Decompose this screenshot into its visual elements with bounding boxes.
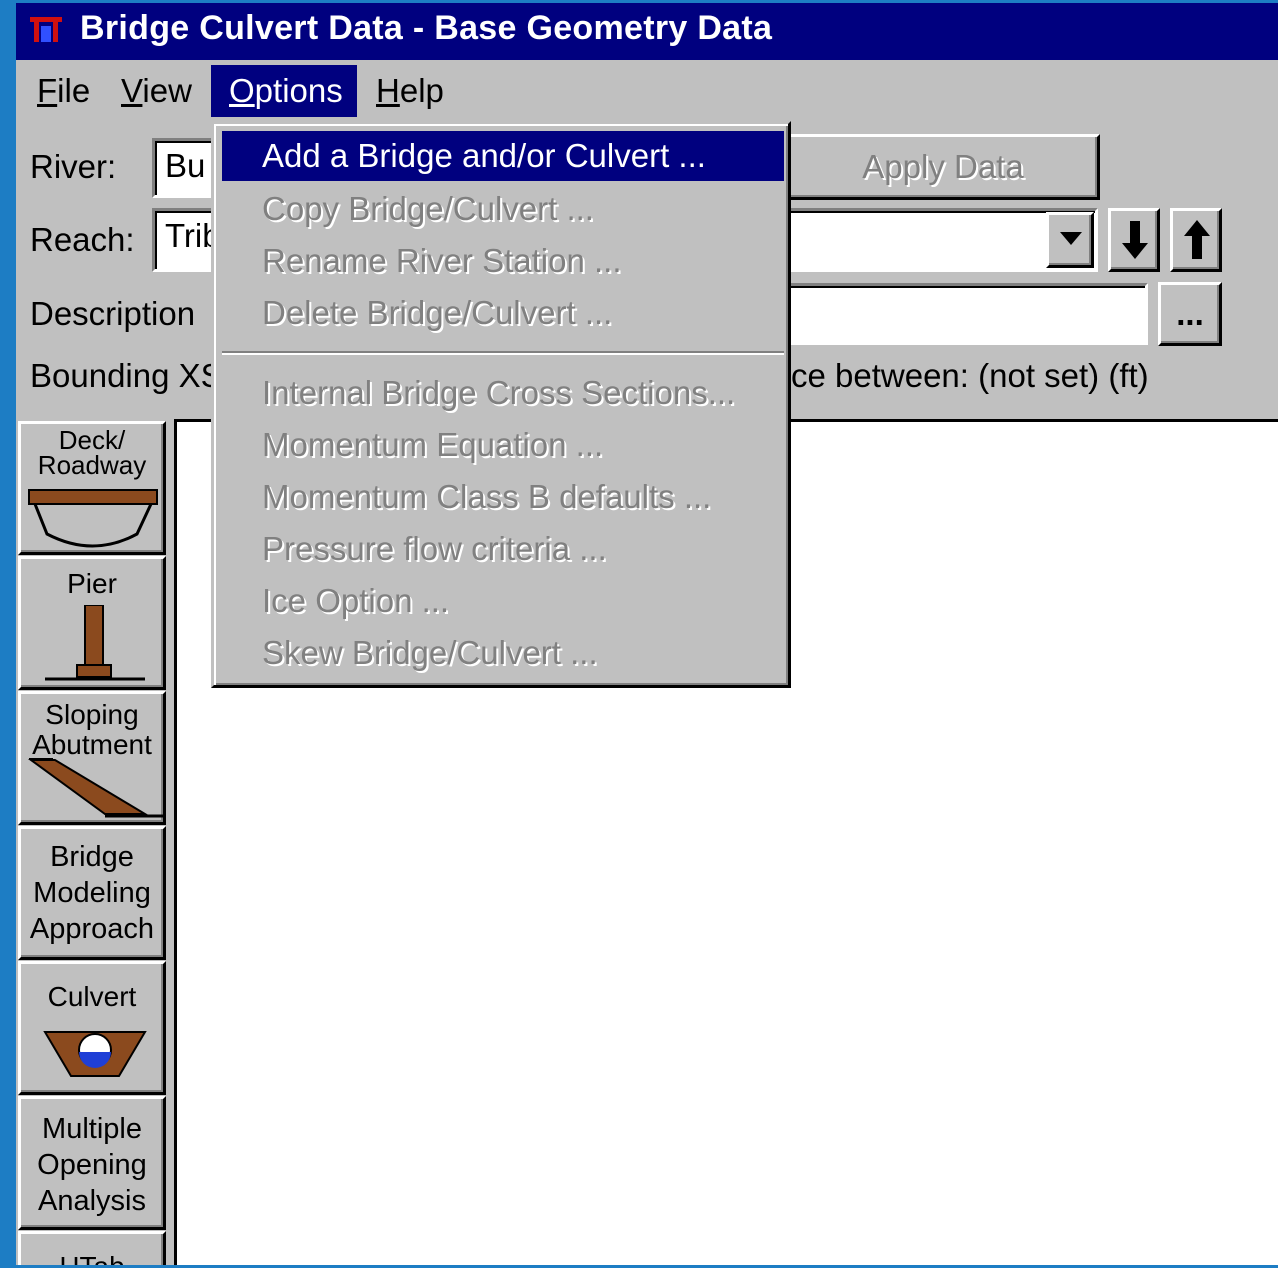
menu-copy-bridge-culvert[interactable]: Copy Bridge/Culvert ... [222,184,784,234]
multiple-opening-analysis-button[interactable]: Multiple Opening Analysis [18,1096,166,1230]
menu-momentum-equation[interactable]: Momentum Equation ... [222,420,784,470]
menu-bar: File View Options Help [16,61,1278,121]
deck-roadway-button[interactable]: Deck/Roadway [18,421,166,555]
apply-data-button[interactable]: Apply Data [786,134,1100,200]
menu-skew-bridge-culvert[interactable]: Skew Bridge/Culvert ... [222,628,784,678]
arrow-down-icon [1122,221,1148,259]
sloping-abutment-icon [27,758,165,818]
options-dropdown-menu: Add a Bridge and/or Culvert ... Copy Bri… [211,121,791,688]
reach-label: Reach: [30,221,135,258]
menu-delete-bridge-culvert[interactable]: Delete Bridge/Culvert ... [222,288,784,338]
bridge-app-icon [30,17,62,42]
dropdown-arrow-button[interactable] [1046,212,1094,268]
menu-add-bridge-culvert[interactable]: Add a Bridge and/or Culvert ... [222,131,784,181]
menu-ice-option[interactable]: Ice Option ... [222,576,784,626]
menu-rename-river-station[interactable]: Rename River Station ... [222,236,784,286]
description-label: Description [30,295,196,332]
description-edit-button[interactable]: ... [1158,282,1222,346]
culvert-button[interactable]: Culvert [18,961,166,1095]
htab-button[interactable]: HTab [18,1231,166,1265]
title-bar[interactable]: Bridge Culvert Data - Base Geometry Data [16,3,1278,60]
menu-file[interactable]: File [37,65,90,117]
menu-options[interactable]: Options [211,65,357,117]
sloping-abutment-button[interactable]: Sloping Abutment [18,691,166,825]
pier-icon [45,605,145,681]
menu-internal-bridge-cross-sections[interactable]: Internal Bridge Cross Sections... [222,368,784,418]
menu-momentum-class-b-defaults[interactable]: Momentum Class B defaults ... [222,472,784,522]
pier-button[interactable]: Pier [18,556,166,690]
arrow-up-icon [1184,220,1210,259]
window-title: Bridge Culvert Data - Base Geometry Data [80,9,773,47]
description-field[interactable] [786,283,1148,345]
prev-station-button[interactable] [1108,208,1160,272]
culvert-icon [43,1031,147,1077]
deck-roadway-icon [28,489,158,548]
bridge-modeling-approach-button[interactable]: Bridge Modeling Approach [18,826,166,960]
river-label: River: [30,148,117,185]
distance-between-label: ce between: (not set) (ft) [791,357,1149,394]
bounding-xs-label: Bounding XS [30,357,223,394]
menu-help[interactable]: Help [376,65,444,117]
menu-view[interactable]: View [121,65,192,117]
menu-separator [222,351,784,355]
next-station-button[interactable] [1170,208,1222,272]
menu-pressure-flow-criteria[interactable]: Pressure flow criteria ... [222,524,784,574]
chevron-down-icon [1060,232,1082,245]
bridge-culvert-window: Bridge Culvert Data - Base Geometry Data… [16,3,1278,1265]
